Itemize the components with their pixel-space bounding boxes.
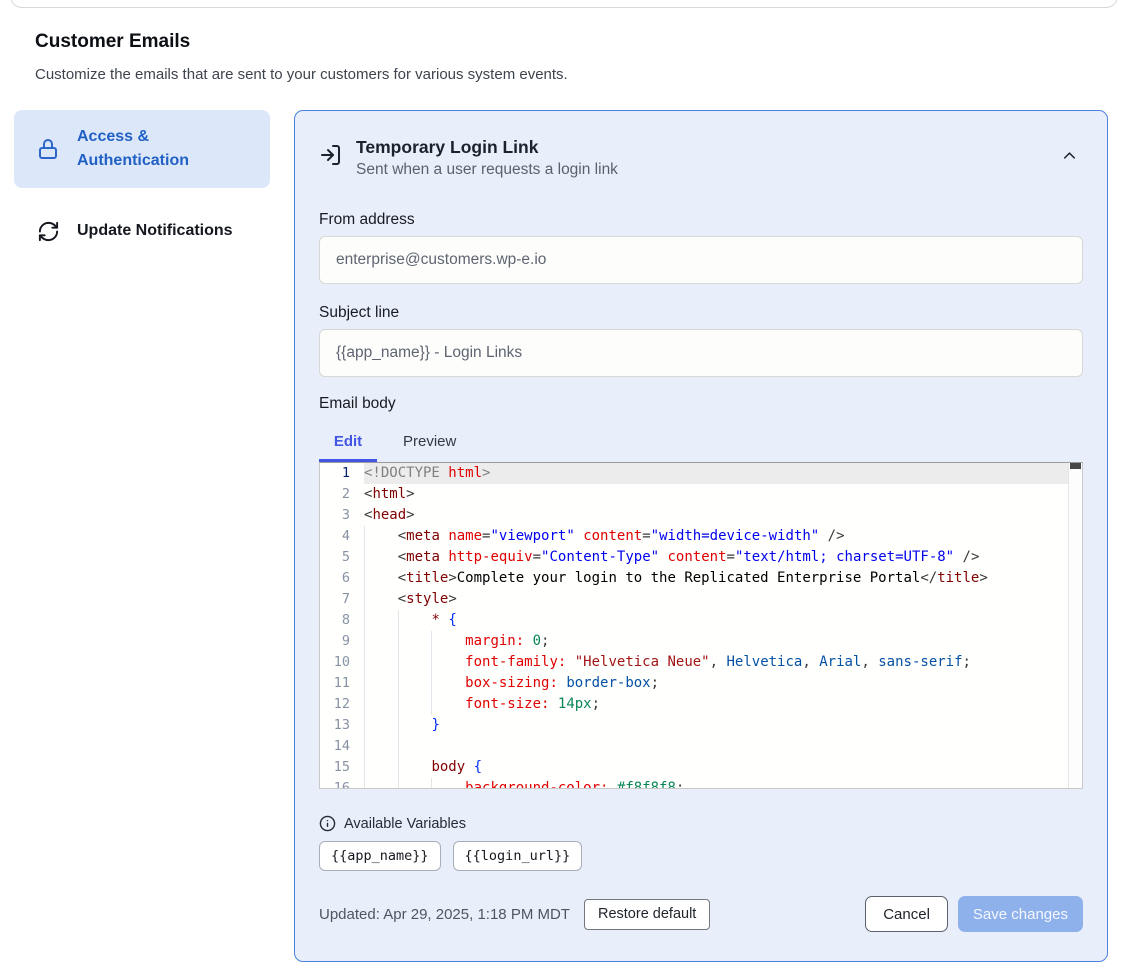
collapse-panel-button[interactable]	[1057, 143, 1081, 167]
email-types-sidebar: Access & Authentication Update Notificat…	[14, 110, 270, 257]
previous-card-bottom-edge	[10, 0, 1118, 8]
line-number: 3	[320, 505, 364, 526]
line-number: 15	[320, 757, 364, 778]
code-line[interactable]: 11 box-sizing: border-box;	[320, 673, 1082, 694]
sidebar-item-access-authentication[interactable]: Access & Authentication	[14, 110, 270, 188]
variable-chip-login-url[interactable]: {{login_url}}	[453, 841, 583, 871]
line-number: 2	[320, 484, 364, 505]
line-number: 16	[320, 778, 364, 789]
code-line[interactable]: 14	[320, 736, 1082, 757]
refresh-icon	[36, 219, 60, 243]
line-number: 7	[320, 589, 364, 610]
updated-timestamp: Updated: Apr 29, 2025, 1:18 PM MDT	[319, 906, 570, 923]
temporary-login-link-panel: Temporary Login Link Sent when a user re…	[294, 110, 1108, 962]
code-line[interactable]: 12 font-size: 14px;	[320, 694, 1082, 715]
code-line[interactable]: 10 font-family: "Helvetica Neue", Helvet…	[320, 652, 1082, 673]
from-address-label: From address	[319, 211, 1083, 229]
panel-title: Temporary Login Link	[356, 135, 618, 159]
editor-scrollbar-thumb[interactable]	[1070, 463, 1081, 469]
line-number: 8	[320, 610, 364, 631]
code-line[interactable]: 3<head>	[320, 505, 1082, 526]
editor-scrollbar-track[interactable]	[1068, 463, 1082, 788]
restore-default-button[interactable]: Restore default	[584, 899, 710, 930]
panel-header: Temporary Login Link Sent when a user re…	[319, 135, 1083, 181]
save-changes-button[interactable]: Save changes	[958, 896, 1083, 932]
line-number: 4	[320, 526, 364, 547]
line-number: 14	[320, 736, 364, 757]
line-number: 10	[320, 652, 364, 673]
from-address-input[interactable]	[319, 236, 1083, 284]
subject-line-label: Subject line	[319, 304, 1083, 322]
line-number: 1	[320, 463, 364, 484]
code-lines: 1<!DOCTYPE html>2<html>3<head>4 <meta na…	[320, 463, 1082, 789]
email-body-label: Email body	[319, 395, 1083, 413]
code-line[interactable]: 5 <meta http-equiv="Content-Type" conten…	[320, 547, 1082, 568]
chevron-up-icon	[1060, 146, 1079, 165]
panel-header-text: Temporary Login Link Sent when a user re…	[356, 135, 618, 181]
email-body-tabs: Edit Preview	[319, 423, 1083, 462]
line-number: 13	[320, 715, 364, 736]
cancel-button[interactable]: Cancel	[865, 896, 948, 932]
lock-icon	[36, 137, 60, 161]
page-description: Customize the emails that are sent to yo…	[35, 66, 568, 83]
code-line[interactable]: 1<!DOCTYPE html>	[320, 463, 1082, 484]
customer-emails-page: Customer Emails Customize the emails tha…	[0, 0, 1128, 980]
log-in-icon	[319, 143, 343, 167]
tab-edit[interactable]: Edit	[319, 423, 377, 459]
line-number: 5	[320, 547, 364, 568]
sidebar-item-label: Access & Authentication	[77, 125, 237, 173]
email-body-code-editor[interactable]: 1<!DOCTYPE html>2<html>3<head>4 <meta na…	[319, 462, 1083, 789]
tab-preview[interactable]: Preview	[403, 423, 456, 459]
panel-subtitle: Sent when a user requests a login link	[356, 159, 618, 181]
panel-footer: Updated: Apr 29, 2025, 1:18 PM MDT Resto…	[319, 896, 1083, 932]
code-line[interactable]: 2<html>	[320, 484, 1082, 505]
code-line[interactable]: 9 margin: 0;	[320, 631, 1082, 652]
code-line[interactable]: 4 <meta name="viewport" content="width=d…	[320, 526, 1082, 547]
available-variables-label: Available Variables	[344, 816, 466, 832]
line-number: 9	[320, 631, 364, 652]
line-number: 12	[320, 694, 364, 715]
code-line[interactable]: 15 body {	[320, 757, 1082, 778]
code-line[interactable]: 16 background-color: #f8f8f8;	[320, 778, 1082, 789]
code-line[interactable]: 8 * {	[320, 610, 1082, 631]
info-icon	[319, 815, 336, 832]
available-variables-row: Available Variables	[319, 815, 1083, 832]
line-number: 6	[320, 568, 364, 589]
line-number: 11	[320, 673, 364, 694]
sidebar-item-update-notifications[interactable]: Update Notifications	[14, 205, 270, 257]
sidebar-item-label: Update Notifications	[77, 222, 233, 240]
code-line[interactable]: 13 }	[320, 715, 1082, 736]
code-line[interactable]: 7 <style>	[320, 589, 1082, 610]
page-title: Customer Emails	[35, 31, 190, 53]
subject-line-input[interactable]	[319, 329, 1083, 377]
variable-chips: {{app_name}} {{login_url}}	[319, 841, 1083, 871]
variable-chip-app-name[interactable]: {{app_name}}	[319, 841, 441, 871]
code-line[interactable]: 6 <title>Complete your login to the Repl…	[320, 568, 1082, 589]
